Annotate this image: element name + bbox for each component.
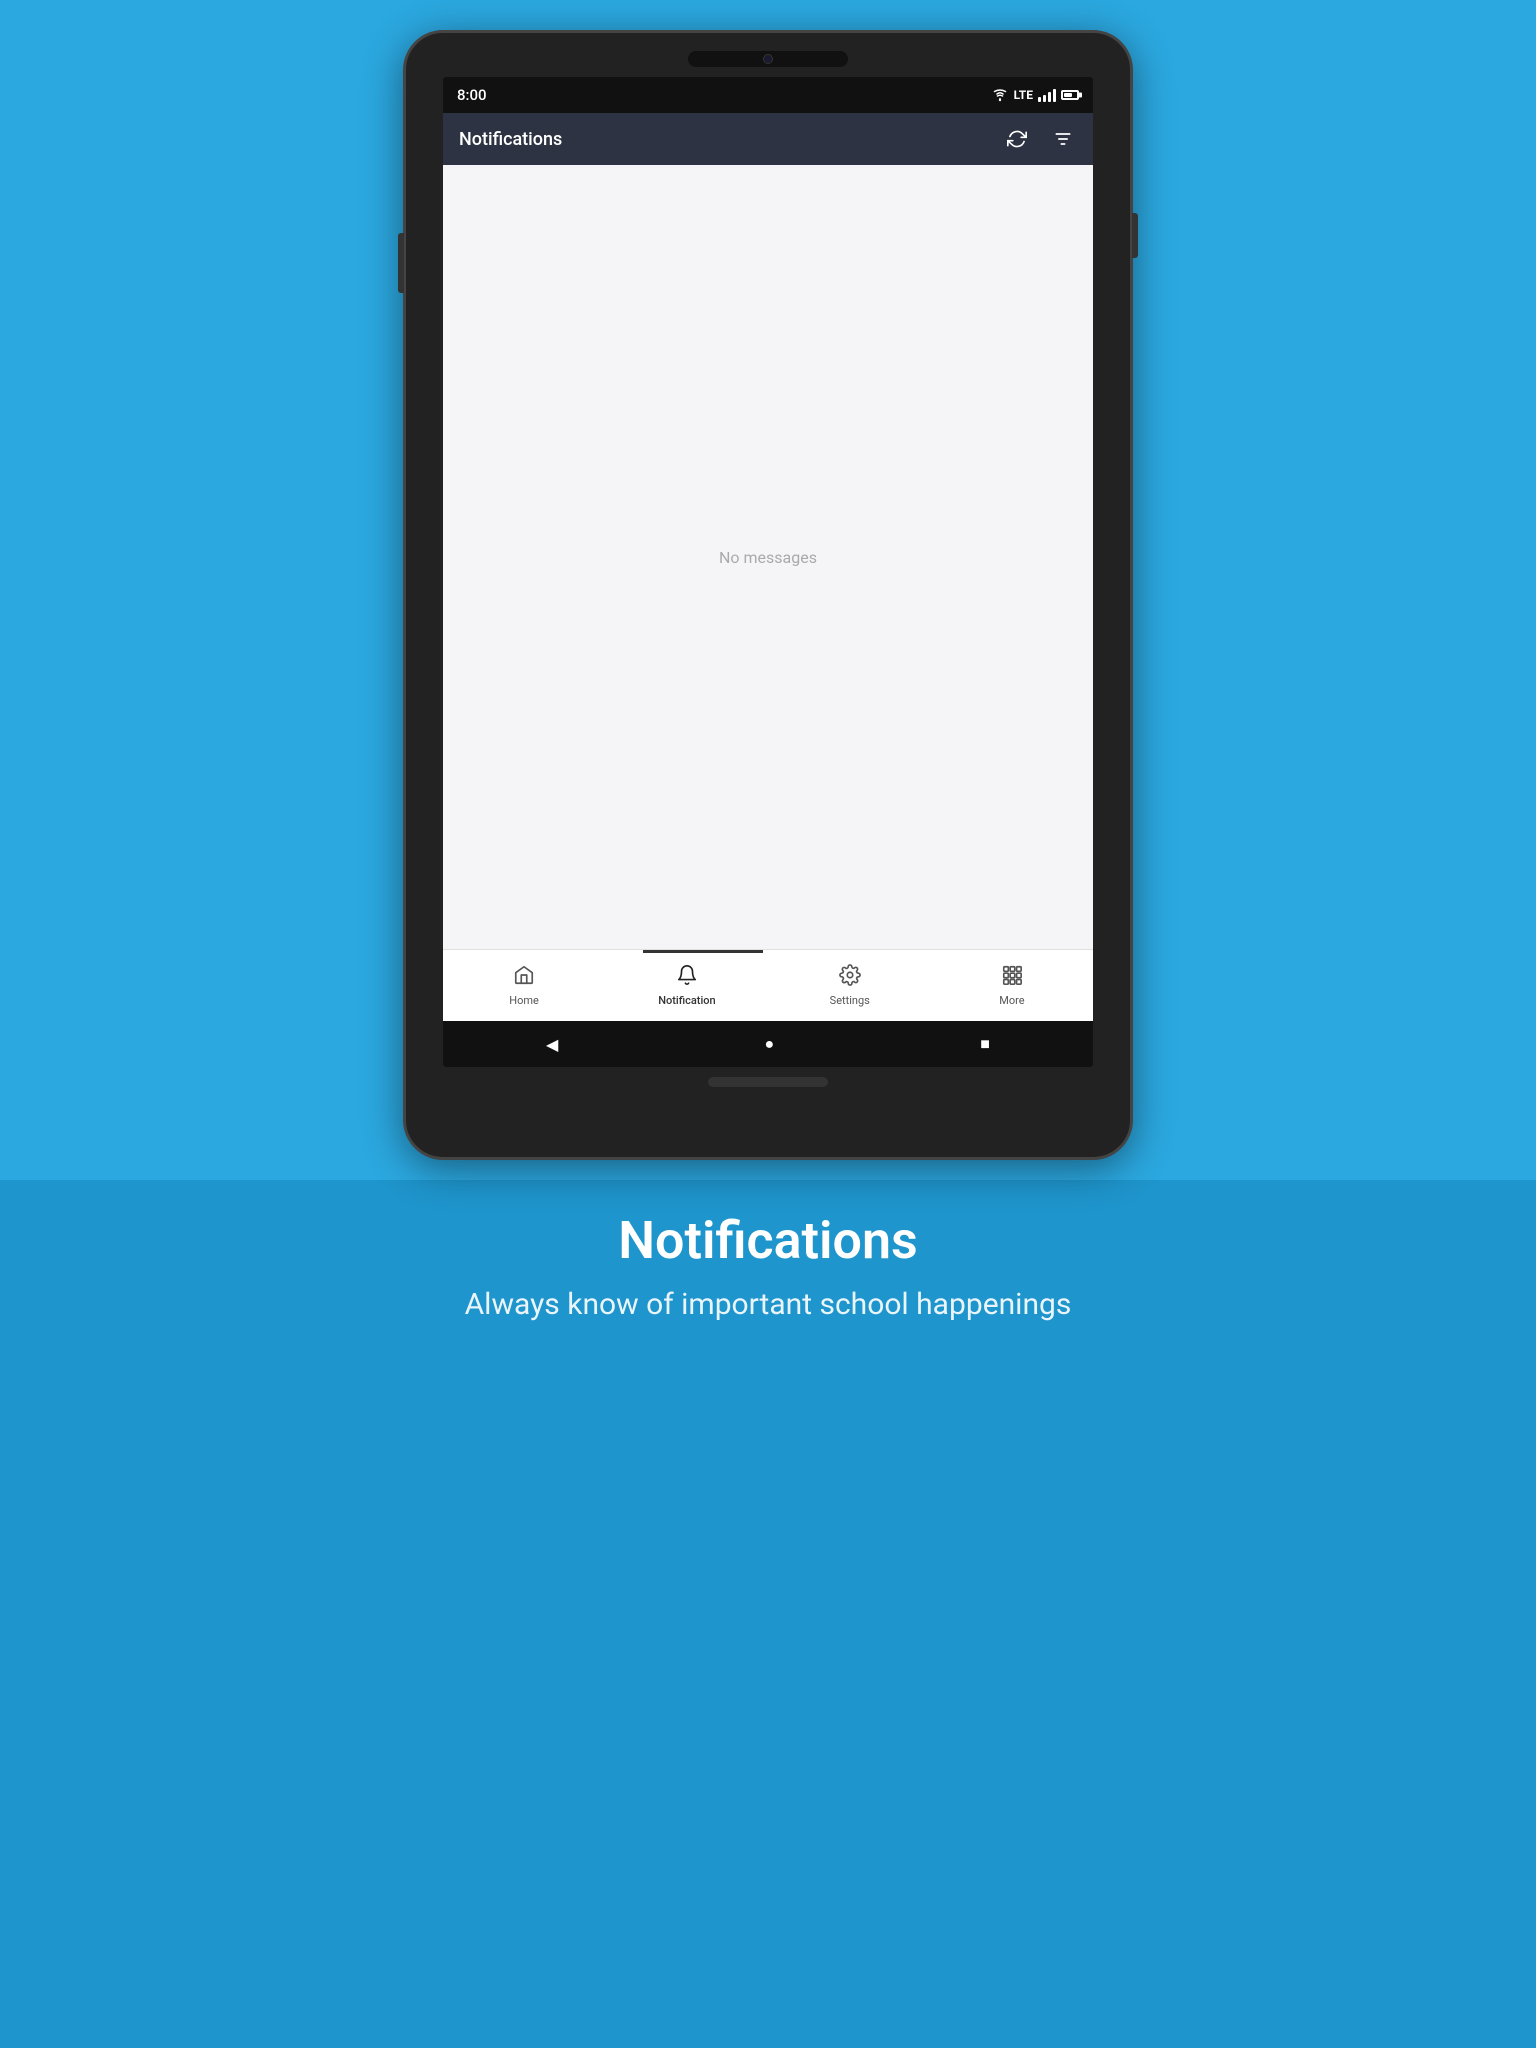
tablet-bottom-bar	[406, 1067, 1130, 1097]
volume-button[interactable]	[398, 233, 404, 293]
nav-label-home: Home	[509, 994, 539, 1007]
filter-icon	[1053, 129, 1073, 149]
battery-icon	[1061, 90, 1079, 100]
nav-item-settings[interactable]: Settings	[810, 956, 890, 1015]
bottom-handle	[708, 1077, 828, 1087]
caption-title: Notifications	[618, 1210, 917, 1271]
bottom-navigation: Home Notification	[443, 949, 1093, 1021]
status-bar: 8:00 LTE	[443, 77, 1093, 113]
content-area: No messages	[443, 165, 1093, 949]
power-button[interactable]	[1132, 213, 1138, 258]
home-button[interactable]: ●	[764, 1034, 774, 1054]
nav-label-more: More	[999, 994, 1024, 1007]
home-icon	[513, 964, 535, 991]
status-icons: LTE	[991, 88, 1079, 102]
refresh-button[interactable]	[1003, 125, 1031, 153]
status-time: 8:00	[457, 86, 487, 104]
tablet-device: 8:00 LTE	[403, 30, 1133, 1160]
back-button[interactable]: ◀	[546, 1035, 558, 1054]
caption-subtitle: Always know of important school happenin…	[465, 1287, 1072, 1322]
camera-lens	[763, 54, 773, 64]
nav-item-home[interactable]: Home	[484, 956, 564, 1015]
app-bar-actions	[1003, 125, 1077, 153]
bell-icon	[676, 964, 698, 991]
refresh-icon	[1007, 129, 1027, 149]
app-title: Notifications	[459, 129, 562, 150]
device-screen: 8:00 LTE	[443, 77, 1093, 1067]
signal-icon	[1038, 88, 1056, 102]
grid-icon	[1001, 964, 1023, 991]
nav-label-notification: Notification	[658, 994, 715, 1007]
app-bar: Notifications	[443, 113, 1093, 165]
nav-indicator	[643, 950, 763, 953]
wifi-icon	[991, 88, 1009, 102]
nav-item-more[interactable]: More	[972, 956, 1052, 1015]
system-nav-bar: ◀ ● ■	[443, 1021, 1093, 1067]
settings-icon	[839, 964, 861, 991]
camera-notch	[688, 51, 848, 67]
filter-button[interactable]	[1049, 125, 1077, 153]
empty-state-message: No messages	[719, 548, 817, 567]
nav-label-settings: Settings	[830, 994, 870, 1007]
lte-indicator: LTE	[1014, 88, 1033, 102]
nav-item-notification[interactable]: Notification	[646, 956, 727, 1015]
recents-button[interactable]: ■	[980, 1034, 990, 1054]
caption-section: Notifications Always know of important s…	[465, 1210, 1072, 1322]
